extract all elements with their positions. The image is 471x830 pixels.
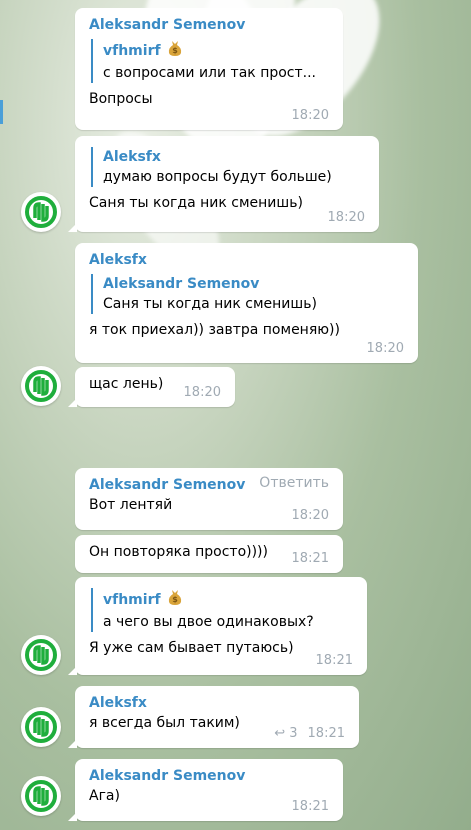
green-logo-avatar-icon bbox=[22, 636, 60, 674]
reply-quote[interactable]: Aleksandr Semenov Саня ты когда ник смен… bbox=[91, 274, 404, 314]
reply-button[interactable]: Ответить bbox=[259, 475, 329, 491]
user-avatar[interactable] bbox=[21, 707, 61, 747]
message-time: 18:21 bbox=[307, 726, 345, 741]
green-logo-avatar-icon bbox=[22, 367, 60, 405]
message-bubble[interactable]: Aleksfx думаю вопросы будут больше) Саня… bbox=[68, 136, 379, 232]
message-time: 18:20 bbox=[291, 508, 329, 523]
forward-count[interactable]: ↩ 3 bbox=[274, 726, 297, 741]
message-time: 18:20 bbox=[327, 210, 365, 225]
message-bubble[interactable]: Aleksandr Semenov Ага) 18:21 bbox=[68, 759, 343, 821]
green-logo-avatar-icon bbox=[22, 193, 60, 231]
message-text: Вопросы bbox=[89, 91, 153, 107]
message-bubble[interactable]: Он повторяка просто)))) 18:21 bbox=[75, 535, 343, 573]
user-avatar[interactable] bbox=[21, 776, 61, 816]
message-text: Саня ты когда ник сменишь) bbox=[89, 195, 303, 211]
green-logo-avatar-icon bbox=[22, 777, 60, 815]
quote-author: Aleksfx bbox=[103, 149, 161, 165]
message-bubble[interactable]: Aleksfx Aleksandr Semenov Саня ты когда … bbox=[75, 243, 418, 363]
message-time: 18:21 bbox=[291, 799, 329, 814]
message-text: Я уже сам бывает путаюсь) bbox=[89, 640, 294, 656]
quote-text: а чего вы двое одинаковых? bbox=[103, 614, 314, 630]
scroll-indicator bbox=[0, 100, 3, 124]
reply-quote[interactable]: Aleksfx думаю вопросы будут больше) bbox=[91, 147, 365, 187]
quote-text: с вопросами или так прост... bbox=[103, 65, 317, 81]
message-bubble[interactable]: Aleksandr Semenov Ответить Вот лентяй 18… bbox=[75, 468, 343, 530]
quote-author: Aleksandr Semenov bbox=[103, 276, 260, 292]
message-time: 18:20 bbox=[291, 108, 329, 123]
money-bag-icon: $ bbox=[167, 588, 183, 612]
green-logo-avatar-icon bbox=[22, 708, 60, 746]
money-bag-icon: $ bbox=[167, 39, 183, 63]
message-time: 18:21 bbox=[315, 653, 353, 668]
message-bubble[interactable]: щас лень) 18:20 bbox=[68, 367, 235, 407]
message-text: я ток приехал)) завтра поменяю)) bbox=[89, 322, 340, 338]
forward-count-value: 3 bbox=[289, 726, 298, 741]
user-avatar[interactable] bbox=[21, 366, 61, 406]
message-bubble[interactable]: vfhmirf $ а чего вы двое одинаковых? Я уж… bbox=[68, 577, 367, 675]
message-time: 18:20 bbox=[183, 385, 221, 400]
message-bubble[interactable]: Aleksandr Semenov vfhmirf $ с вопросами и… bbox=[75, 8, 343, 130]
reply-quote[interactable]: vfhmirf $ с вопросами или так прост... bbox=[91, 39, 329, 83]
message-meta: ↩ 3 18:21 bbox=[274, 726, 345, 741]
sender-name[interactable]: Aleksandr Semenov bbox=[89, 766, 329, 786]
sender-name[interactable]: Aleksandr Semenov bbox=[89, 15, 329, 35]
user-avatar[interactable] bbox=[21, 635, 61, 675]
forward-arrow-icon: ↩ bbox=[274, 726, 286, 741]
sender-name[interactable]: Aleksfx bbox=[89, 250, 404, 270]
quote-text: Саня ты когда ник сменишь) bbox=[103, 296, 317, 312]
user-avatar[interactable] bbox=[21, 192, 61, 232]
sender-name[interactable]: Aleksfx bbox=[89, 693, 345, 713]
quote-author: vfhmirf bbox=[103, 592, 161, 608]
reply-quote[interactable]: vfhmirf $ а чего вы двое одинаковых? bbox=[91, 588, 353, 632]
message-time: 18:21 bbox=[291, 551, 329, 566]
message-time: 18:20 bbox=[366, 341, 404, 356]
svg-text:$: $ bbox=[172, 46, 178, 55]
message-bubble[interactable]: Aleksfx я всегда был таким) ↩ 3 18:21 bbox=[68, 686, 359, 748]
quote-text: думаю вопросы будут больше) bbox=[103, 169, 332, 185]
svg-text:$: $ bbox=[172, 595, 178, 604]
quote-author: vfhmirf bbox=[103, 43, 161, 59]
